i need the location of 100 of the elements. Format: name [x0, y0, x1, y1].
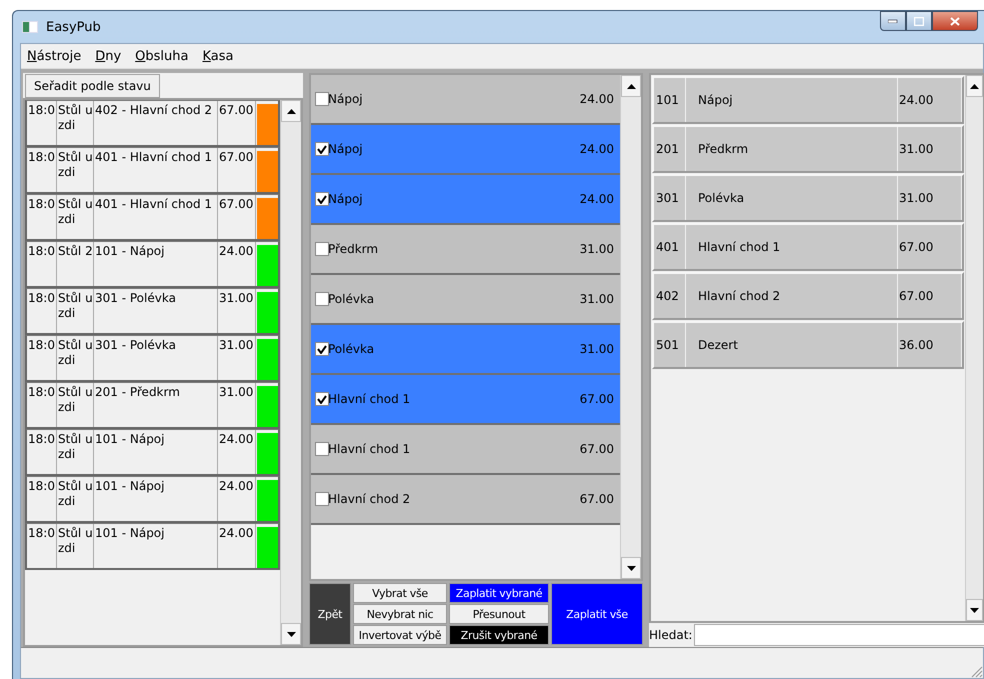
- menu-item[interactable]: Kasa: [202, 48, 234, 64]
- close-button[interactable]: [932, 11, 978, 31]
- bill-row[interactable]: Hlavní chod 2 67.00: [311, 475, 620, 525]
- resize-grip-icon[interactable]: [971, 666, 983, 678]
- order-row[interactable]: 18:0 Stůl u zdi 301 - Polévka 31.00: [25, 288, 280, 335]
- pay-all-button[interactable]: Zaplatit vše: [551, 583, 643, 645]
- scroll-up-icon[interactable]: [626, 84, 636, 88]
- scrollbar[interactable]: [280, 100, 301, 645]
- bill-row[interactable]: Hlavní chod 1 67.00: [311, 425, 620, 475]
- checkbox[interactable]: [315, 92, 329, 106]
- time-cell: 18:0: [27, 524, 57, 568]
- name-cell: Hlavní chod 1: [686, 225, 898, 269]
- back-button[interactable]: Zpět: [309, 583, 351, 645]
- item-name: Polévka: [328, 292, 376, 306]
- menu-row[interactable]: 101 Nápoj 24.00: [652, 76, 964, 124]
- scroll-down-icon[interactable]: [626, 566, 636, 570]
- action-button[interactable]: Přesunout: [449, 604, 549, 624]
- action-button[interactable]: Zrušit vybrané: [449, 625, 549, 645]
- item-cell: 301 - Polévka: [94, 336, 218, 380]
- code-cell: 101: [654, 78, 686, 122]
- search-field[interactable]: [694, 624, 984, 646]
- item-name: Nápoj: [328, 92, 364, 106]
- bill-row[interactable]: Nápoj 24.00: [311, 175, 620, 225]
- maximize-icon: [914, 16, 924, 26]
- sort-button[interactable]: Seřadit podle stavu: [25, 74, 160, 98]
- menu-item[interactable]: Obsluha: [135, 48, 188, 64]
- item-cell: 101 - Nápoj: [94, 524, 218, 568]
- bill-row[interactable]: Nápoj 24.00: [311, 75, 620, 125]
- checkbox[interactable]: [315, 242, 329, 256]
- item-name: Předkrm: [328, 242, 380, 256]
- item-price: 31.00: [580, 242, 614, 256]
- order-row[interactable]: 18:0 Stůl u zdi 301 - Polévka 31.00: [25, 335, 280, 382]
- scroll-down-icon[interactable]: [970, 608, 979, 612]
- order-row[interactable]: 18:0 Stůl u zdi 401 - Hlavní chod 1 67.00: [25, 194, 280, 241]
- checkbox[interactable]: [315, 142, 329, 156]
- checkbox[interactable]: [315, 292, 329, 306]
- menu-row[interactable]: 201 Předkrm 31.00: [652, 125, 964, 173]
- action-button[interactable]: Vybrat vše: [353, 583, 447, 603]
- action-button[interactable]: Zaplatit vybrané: [449, 583, 549, 603]
- menu-row[interactable]: 402 Hlavní chod 2 67.00: [652, 272, 964, 320]
- bill-row[interactable]: Nápoj 24.00: [311, 125, 620, 175]
- price-cell: 31.00: [218, 289, 256, 333]
- menu-item[interactable]: Nástroje: [27, 48, 82, 64]
- order-row[interactable]: 18:0 Stůl u zdi 101 - Nápoj 24.00: [25, 429, 280, 476]
- search-label: Hledat:: [649, 628, 692, 642]
- window-title: EasyPub: [46, 20, 101, 34]
- action-button[interactable]: Invertovat výbě: [353, 625, 447, 645]
- price-cell: 67.00: [218, 101, 256, 145]
- menu-row[interactable]: 301 Polévka 31.00: [652, 174, 964, 222]
- maximize-button[interactable]: [906, 11, 932, 31]
- bill-row[interactable]: Předkrm 31.00: [311, 225, 620, 275]
- action-button[interactable]: Nevybrat nic: [353, 604, 447, 624]
- checkbox[interactable]: [315, 342, 329, 356]
- item-cell: 401 - Hlavní chod 1: [94, 195, 218, 239]
- item-name: Polévka: [328, 342, 376, 356]
- scroll-up-icon[interactable]: [286, 108, 296, 114]
- order-row[interactable]: 18:0 Stůl u zdi 201 - Předkrm 31.00: [25, 382, 280, 429]
- scrollbar[interactable]: [965, 75, 983, 621]
- order-row[interactable]: 18:0 Stůl u zdi 101 - Nápoj 24.00: [25, 523, 280, 570]
- order-row[interactable]: 18:0 Stůl u zdi 401 - Hlavní chod 1 67.00: [25, 147, 280, 194]
- name-cell: Předkrm: [686, 127, 898, 171]
- item-cell: 401 - Hlavní chod 1: [94, 148, 218, 192]
- item-name: Hlavní chod 1: [328, 392, 412, 406]
- time-cell: 18:0: [27, 383, 57, 427]
- code-cell: 401: [654, 225, 686, 269]
- checkbox[interactable]: [315, 442, 329, 456]
- price-cell: 31.00: [898, 176, 962, 220]
- order-row[interactable]: 18:0 Stůl u zdi 101 - Nápoj 24.00: [25, 476, 280, 523]
- scroll-up-icon[interactable]: [970, 84, 979, 88]
- checkbox[interactable]: [315, 392, 329, 406]
- item-cell: 101 - Nápoj: [94, 430, 218, 474]
- table-cell: Stůl u zdi: [57, 148, 94, 192]
- order-row[interactable]: 18:0 Stůl 2 101 - Nápoj 24.00: [25, 241, 280, 288]
- menu-item[interactable]: Dny: [95, 48, 122, 64]
- bill-row[interactable]: Hlavní chod 1 67.00: [311, 375, 620, 425]
- checkbox[interactable]: [315, 492, 329, 506]
- name-cell: Dezert: [686, 323, 898, 367]
- checkbox[interactable]: [315, 192, 329, 206]
- price-cell: 67.00: [218, 148, 256, 192]
- item-price: 31.00: [580, 342, 614, 356]
- bill-row[interactable]: Polévka 31.00: [311, 275, 620, 325]
- item-price: 24.00: [580, 92, 614, 106]
- price-cell: 24.00: [218, 477, 256, 521]
- code-cell: 301: [654, 176, 686, 220]
- table-cell: Stůl u zdi: [57, 524, 94, 568]
- item-cell: 201 - Předkrm: [94, 383, 218, 427]
- item-cell: 402 - Hlavní chod 2: [94, 101, 218, 145]
- item-cell: 101 - Nápoj: [94, 477, 218, 521]
- menu-row[interactable]: 501 Dezert 36.00: [652, 321, 964, 369]
- item-name: Hlavní chod 1: [328, 442, 412, 456]
- order-row[interactable]: 18:0 Stůl u zdi 402 - Hlavní chod 2 67.00: [25, 100, 280, 147]
- price-cell: 67.00: [898, 225, 962, 269]
- scrollbar[interactable]: [620, 75, 641, 579]
- price-cell: 24.00: [218, 524, 256, 568]
- minimize-button[interactable]: [880, 11, 906, 31]
- bill-row[interactable]: Polévka 31.00: [311, 325, 620, 375]
- menu-row[interactable]: 401 Hlavní chod 1 67.00: [652, 223, 964, 271]
- item-cell: 301 - Polévka: [94, 289, 218, 333]
- scroll-down-icon[interactable]: [286, 632, 296, 636]
- time-cell: 18:0: [27, 101, 57, 145]
